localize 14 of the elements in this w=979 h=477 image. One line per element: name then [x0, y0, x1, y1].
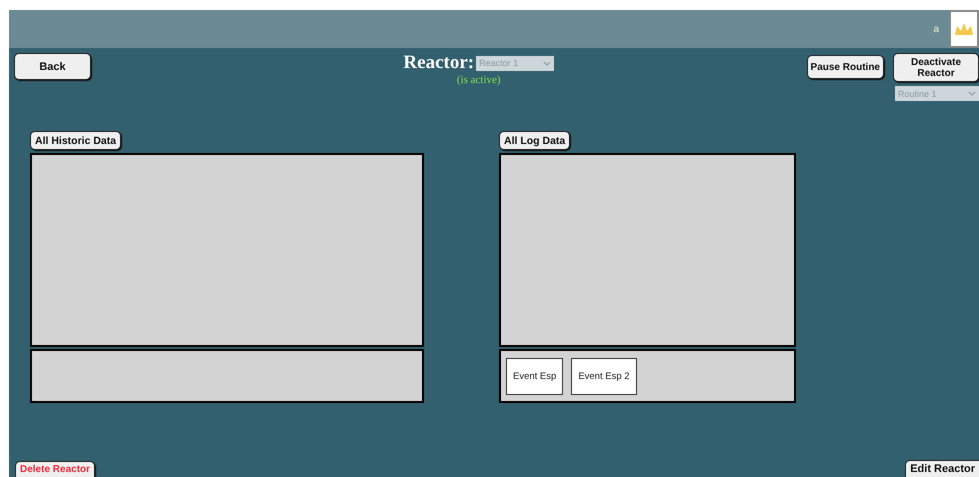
back-button[interactable]: Back [14, 53, 91, 80]
event-button[interactable]: Event Esp 2 [571, 358, 637, 394]
edit-button[interactable]: Edit Reactor [905, 460, 979, 477]
event-button[interactable]: Event Esp [506, 358, 564, 394]
deactivate-button[interactable]: Deactivate Reactor [893, 53, 979, 82]
status-text: (is active) [456, 74, 501, 86]
pause-routine-button[interactable]: Pause Routine [806, 55, 884, 79]
caret-icon [968, 91, 976, 96]
data-button[interactable]: All Historic Data [30, 131, 122, 150]
data-button[interactable]: All Log Data [499, 131, 570, 150]
reactor-label: Reactor: [403, 52, 474, 74]
user-name: a [933, 24, 939, 34]
caret-icon [543, 60, 552, 66]
delete-button[interactable]: Delete Reactor [15, 461, 96, 477]
